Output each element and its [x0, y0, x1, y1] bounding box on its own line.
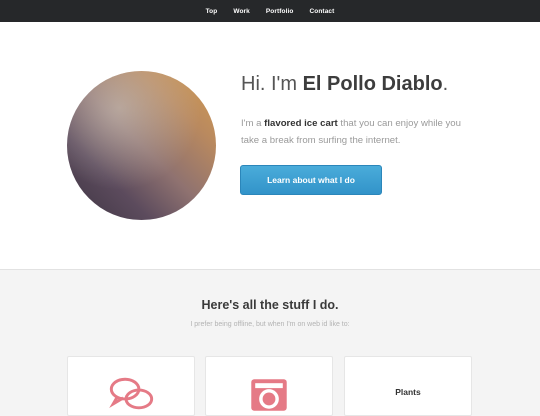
nav-link-top[interactable]: Top	[206, 8, 218, 15]
hero-text-highlight: flavored ice cart	[264, 118, 338, 129]
services-subtitle: I prefer being offline, but when I'm on …	[190, 321, 350, 328]
hero-title-prefix: Hi. I'm	[241, 73, 303, 95]
nav-link-work[interactable]: Work	[233, 8, 250, 15]
service-card-label-plants: Plants	[395, 387, 421, 397]
hero-section: Hi. I'm El Pollo Diablo. I'm a flavored …	[0, 22, 540, 269]
section-divider	[0, 269, 540, 270]
camera-icon	[251, 379, 287, 411]
hero-text-prefix: I'm a	[241, 118, 265, 129]
services-title: Here's all the stuff I do.	[201, 298, 339, 312]
hero-title-name: El Pollo Diablo	[302, 73, 443, 95]
service-card-camera[interactable]	[205, 356, 333, 416]
service-card-chat[interactable]	[67, 356, 195, 416]
hero-title: Hi. I'm El Pollo Diablo.	[241, 73, 448, 96]
hero-title-suffix: .	[442, 73, 449, 95]
nav-link-portfolio[interactable]: Portfolio	[266, 8, 294, 15]
learn-more-button[interactable]: Learn about what I do	[240, 165, 382, 195]
service-card-plants[interactable]: Plants	[344, 356, 472, 416]
nav-link-contact[interactable]: Contact	[310, 8, 335, 15]
top-nav: Top Work Portfolio Contact	[0, 0, 540, 22]
avatar	[67, 71, 216, 220]
hero-description: I'm a flavored ice cart that you can enj…	[241, 116, 471, 149]
chat-bubbles-icon	[109, 377, 154, 410]
